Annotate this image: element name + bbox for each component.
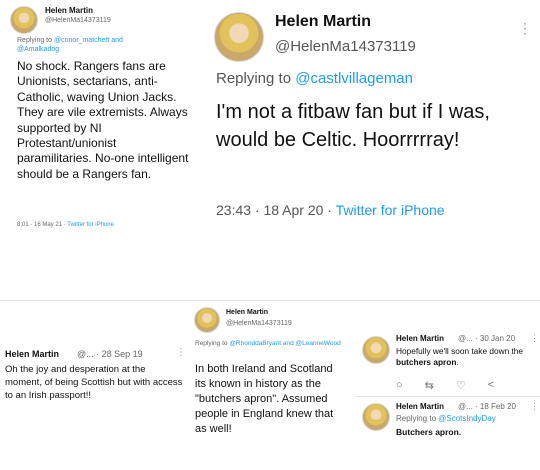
source-link[interactable]: Twitter for iPhone <box>67 222 114 228</box>
author-name[interactable]: Helen Martin <box>275 13 371 31</box>
replying-prefix: Replying to <box>195 340 230 347</box>
tweet-meta: 23:43 · 18 Apr 20 · Twitter for iPhone <box>216 202 445 218</box>
reply-icon[interactable]: ○ <box>396 379 403 392</box>
avatar[interactable] <box>362 336 390 364</box>
tweet-text-part: . <box>456 357 459 367</box>
source-link[interactable]: Twitter for iPhone <box>336 202 445 218</box>
more-options-icon[interactable]: ⋮ <box>176 347 186 358</box>
replying-prefix: Replying to <box>216 70 296 87</box>
author-name[interactable]: Helen Martin <box>45 6 93 15</box>
like-icon[interactable]: ♡ <box>456 379 466 392</box>
replying-to: Replying to @ScotsIndyDay <box>396 414 496 423</box>
avatar[interactable] <box>362 403 390 431</box>
avatar[interactable] <box>214 12 264 62</box>
tweet-card-5[interactable]: Helen Martin @... · 30 Jan 20 ⋮ Hopefull… <box>354 326 540 394</box>
timestamp[interactable]: 8:01 · 16 May 21 · <box>17 222 67 228</box>
tweet-text: Oh the joy and desperation at the moment… <box>5 364 183 401</box>
mention-link[interactable]: @castlvillageman <box>295 70 413 87</box>
retweet-icon[interactable]: ⇆ <box>425 379 434 392</box>
tweet-text-bold: butchers apron <box>396 357 457 367</box>
author-handle[interactable]: @HelenMa14373119 <box>45 17 111 24</box>
author-handle-date[interactable]: @... · 30 Jan 20 <box>458 334 515 343</box>
tweet-text: I'm not a fitbaw fan but if I was, would… <box>216 101 490 151</box>
author-handle-date[interactable]: @... · 28 Sep 19 <box>77 349 143 359</box>
tweet-text: Butchers apron. <box>396 427 462 437</box>
replying-to: Replying to @conor_matchett and @Amalkad… <box>17 36 167 54</box>
author-handle[interactable]: @HelenMa14373119 <box>275 38 416 55</box>
tweet-meta: 8:01 · 16 May 21 · Twitter for iPhone <box>17 222 114 228</box>
tweet-text-part: Hopefully we'll soon take down the <box>396 346 524 356</box>
author-name[interactable]: Helen Martin <box>396 402 444 411</box>
share-icon[interactable]: < <box>488 379 494 392</box>
author-name[interactable]: Helen Martin <box>5 349 59 359</box>
mention-link[interactable]: @ScotsIndyDay <box>438 414 495 423</box>
replying-prefix: Replying to <box>396 414 439 423</box>
author-name[interactable]: Helen Martin <box>226 309 268 316</box>
avatar[interactable] <box>10 6 38 34</box>
more-options-icon[interactable]: ⋮ <box>518 20 532 37</box>
replying-prefix: Replying to <box>17 37 54 44</box>
avatar[interactable] <box>194 307 220 333</box>
author-name[interactable]: Helen Martin <box>396 334 444 343</box>
tweet-card-6[interactable]: Helen Martin @... · 18 Feb 20 ⋮ Replying… <box>354 397 540 470</box>
author-handle[interactable]: @HelenMa14373119 <box>226 320 292 327</box>
tweet-text: Hopefully we'll soon take down the butch… <box>396 346 538 368</box>
replying-to: Replying to @castlvillageman <box>216 70 413 87</box>
mention-link[interactable]: @RhonddaBryant and @LeanneWood <box>229 340 340 347</box>
tweet-text: No shock. Rangers fans are Unionists, se… <box>17 59 189 181</box>
tweet-card-1[interactable]: Helen Martin @HelenMa14373119 Replying t… <box>0 0 200 300</box>
action-bar: ○ ⇆ ♡ < <box>396 379 494 392</box>
tweet-text: In both Ireland and Scotland its known i… <box>195 363 334 435</box>
tweet-card-3[interactable]: Helen Martin @... · 28 Sep 19 ⋮ Oh the j… <box>0 301 186 470</box>
timestamp[interactable]: 23:43 · 18 Apr 20 · <box>216 202 336 218</box>
replying-to: Replying to @RhonddaBryant and @LeanneWo… <box>195 339 343 348</box>
tweet-card-2[interactable]: Helen Martin @HelenMa14373119 ⋮ Replying… <box>200 0 540 300</box>
tweet-card-4[interactable]: Helen Martin @HelenMa14373119 Replying t… <box>186 301 346 470</box>
more-options-icon[interactable]: ⋮ <box>530 401 539 412</box>
more-options-icon[interactable]: ⋮ <box>530 333 539 344</box>
author-handle-date[interactable]: @... · 18 Feb 20 <box>458 402 516 411</box>
